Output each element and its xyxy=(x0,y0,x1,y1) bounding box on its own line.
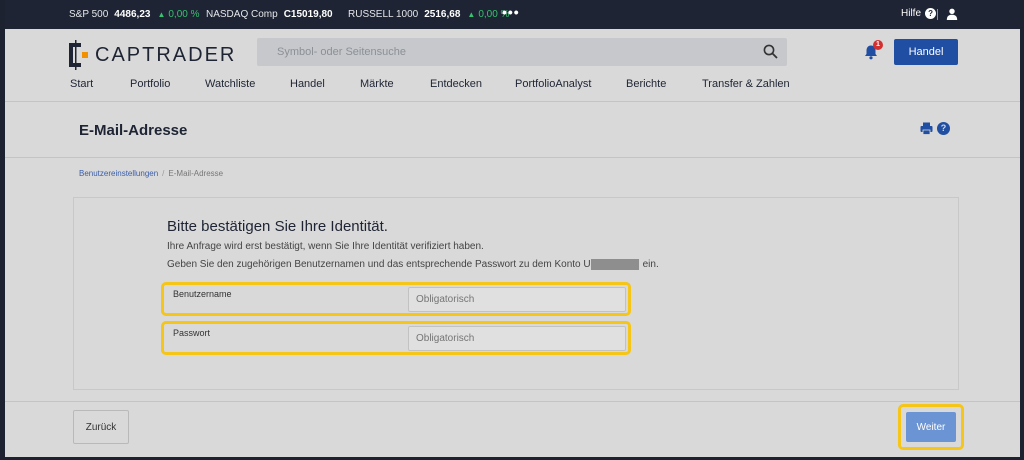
nav-item-watchlist[interactable]: Watchliste xyxy=(205,78,255,90)
ticker-value: C15019,80 xyxy=(283,9,333,20)
ticker-russell[interactable]: RUSSELL 1000 2516,68 0,00 % xyxy=(348,9,509,20)
nav-item-portfolioanalyst[interactable]: PortfolioAnalyst xyxy=(515,78,591,90)
logo-mark-icon xyxy=(69,40,88,70)
ticker-value: 2516,68 xyxy=(424,9,461,20)
username-input[interactable] xyxy=(408,287,626,312)
user-icon[interactable] xyxy=(946,8,958,20)
nav-item-transfer[interactable]: Transfer & Zahlen xyxy=(702,78,790,90)
nav-item-start[interactable]: Start xyxy=(70,78,93,90)
ticker-name: RUSSELL 1000 xyxy=(348,9,419,20)
username-label: Benutzername xyxy=(173,289,232,299)
nav-item-markets[interactable]: Märkte xyxy=(360,78,394,90)
trade-button[interactable]: Handel xyxy=(894,39,958,65)
username-field-group: Benutzername xyxy=(161,282,631,316)
search-icon[interactable] xyxy=(763,44,778,59)
nav-item-portfolio[interactable]: Portfolio xyxy=(130,78,170,90)
footer-divider xyxy=(5,401,1020,402)
form-heading: Bitte bestätigen Sie Ihre Identität. xyxy=(167,218,388,235)
next-button-highlight: Weiter xyxy=(898,404,964,450)
password-field-group: Passwort xyxy=(161,321,631,355)
breadcrumb-separator: / xyxy=(162,169,165,178)
back-button[interactable]: Zurück xyxy=(73,410,129,444)
form-info-text: Ihre Anfrage wird erst bestätigt, wenn S… xyxy=(167,241,484,252)
help-link[interactable]: Hilfe ? xyxy=(901,8,937,19)
instruction-text-end: ein. xyxy=(642,259,659,271)
breadcrumb-link-settings[interactable]: Benutzereinstellungen xyxy=(79,169,158,178)
nav-item-trade[interactable]: Handel xyxy=(290,78,325,90)
ticker-name: S&P 500 xyxy=(69,9,109,20)
page-title: E-Mail-Adresse xyxy=(79,122,188,139)
main-navigation: Start Portfolio Watchliste Handel Märkte… xyxy=(5,78,1020,92)
help-label: Hilfe xyxy=(901,8,922,19)
ticker-name: NASDAQ Comp xyxy=(206,9,278,20)
title-divider xyxy=(5,157,1020,158)
divider xyxy=(937,9,938,20)
breadcrumb-current: E-Mail-Adresse xyxy=(168,169,224,178)
ticker-change: 0,00 % xyxy=(157,9,199,20)
app-window: S&P 500 4486,23 0,00 % NASDAQ Comp C1501… xyxy=(5,0,1020,457)
captrader-logo[interactable]: CAPTRADER xyxy=(69,40,236,70)
ticker-nasdaq[interactable]: NASDAQ Comp C15019,80 xyxy=(206,9,340,20)
next-button[interactable]: Weiter xyxy=(906,412,956,442)
more-ticker-icon[interactable]: ••• xyxy=(502,4,520,20)
symbol-search-input[interactable]: Symbol- oder Seitensuche xyxy=(257,38,787,66)
nav-item-discover[interactable]: Entdecken xyxy=(430,78,482,90)
header-divider xyxy=(5,101,1020,102)
search-placeholder: Symbol- oder Seitensuche xyxy=(277,46,407,58)
password-label: Passwort xyxy=(173,328,211,338)
question-icon: ? xyxy=(925,8,937,19)
ticker-sp500[interactable]: S&P 500 4486,23 0,00 % xyxy=(69,9,200,20)
logo-text: CAPTRADER xyxy=(95,43,237,66)
password-input[interactable] xyxy=(408,326,626,351)
help-icon[interactable]: ? xyxy=(937,122,950,135)
instruction-text-start: Geben Sie den zugehörigen Benutzernamen … xyxy=(167,259,591,271)
market-ticker-bar: S&P 500 4486,23 0,00 % NASDAQ Comp C1501… xyxy=(5,0,1020,29)
redacted-account-number xyxy=(590,259,639,270)
notification-count-badge: 1 xyxy=(873,40,883,50)
ticker-value: 4486,23 xyxy=(114,9,151,20)
form-instruction-text: Geben Sie den zugehörigen Benutzernamen … xyxy=(167,259,659,270)
print-icon[interactable] xyxy=(920,122,933,135)
nav-item-reports[interactable]: Berichte xyxy=(626,78,666,90)
breadcrumb: Benutzereinstellungen / E-Mail-Adresse xyxy=(79,169,223,178)
